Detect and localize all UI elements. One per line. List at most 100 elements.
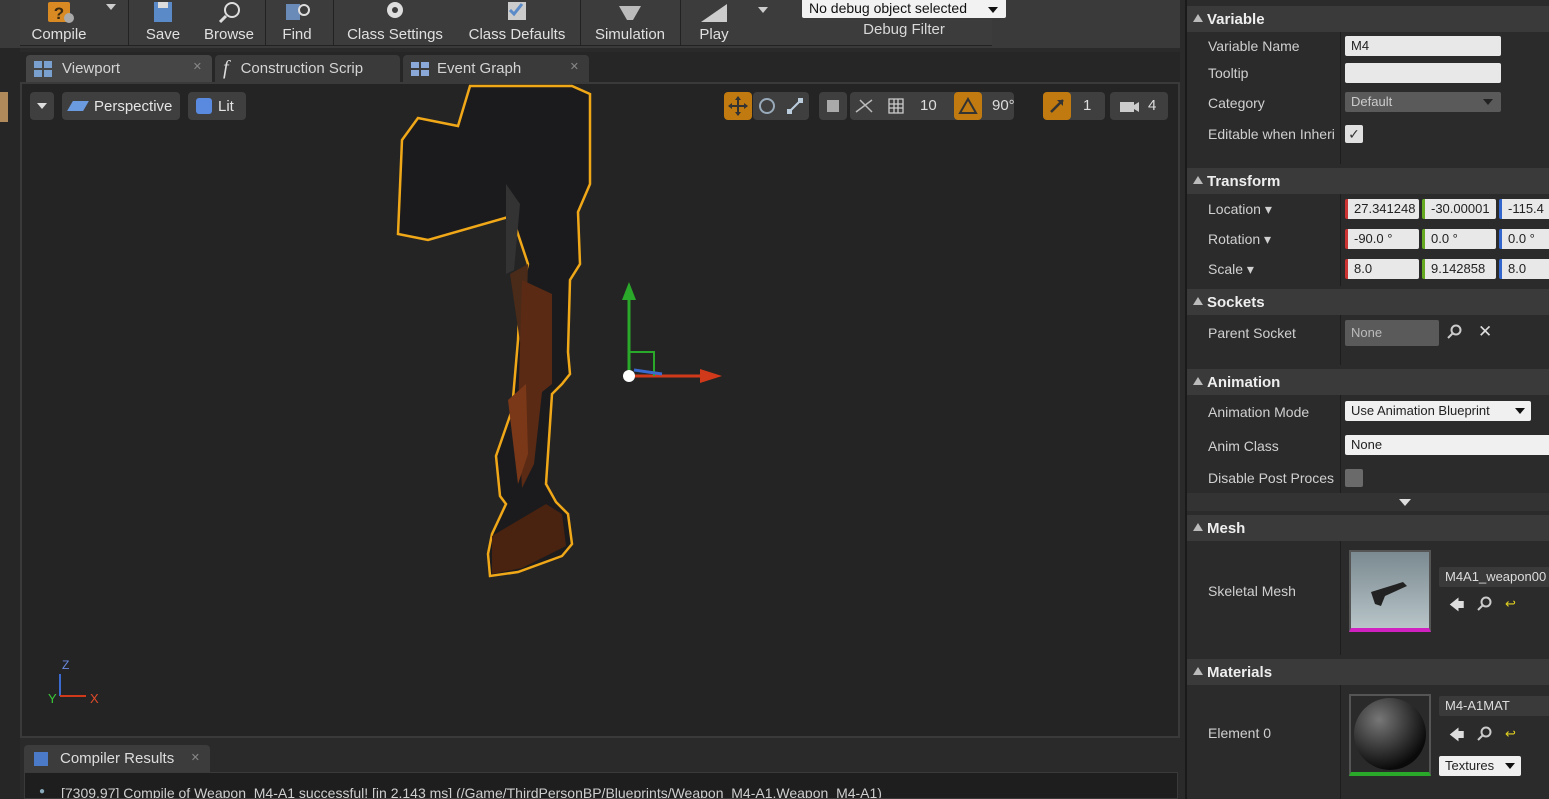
event-graph-icon xyxy=(411,61,429,76)
class-defaults-button[interactable]: Class Defaults xyxy=(460,0,574,46)
skeletal-mesh-picker[interactable]: M4A1_weapon00 xyxy=(1439,567,1549,587)
tab-construction-script[interactable]: f Construction Scrip xyxy=(215,55,400,82)
compile-options-chevron-icon[interactable] xyxy=(106,4,116,10)
search-icon[interactable] xyxy=(1447,324,1463,340)
viewport-icon xyxy=(34,60,52,77)
variable-name-label: Variable Name xyxy=(1208,38,1300,54)
scale-y-input[interactable]: 9.142858 xyxy=(1422,259,1496,279)
parent-socket-field[interactable]: None xyxy=(1345,320,1439,346)
location-x-input[interactable]: 27.341248 xyxy=(1345,199,1419,219)
close-icon[interactable]: ✕ xyxy=(193,60,202,73)
tab-viewport[interactable]: Viewport ✕ xyxy=(26,55,212,82)
animation-section-header[interactable]: Animation xyxy=(1187,369,1549,395)
textures-dropdown[interactable]: Textures xyxy=(1439,756,1521,776)
location-y-input[interactable]: -30.00001 xyxy=(1422,199,1496,219)
clear-icon[interactable]: ✕ xyxy=(1478,322,1492,342)
find-button[interactable]: Find xyxy=(272,0,322,46)
use-selected-arrow-icon[interactable]: 🡄 xyxy=(1449,725,1465,750)
material-picker[interactable]: M4-A1MAT xyxy=(1439,696,1549,716)
rotation-x-input[interactable]: -90.0 ° xyxy=(1345,229,1419,249)
scale-label[interactable]: Scale ▾ xyxy=(1208,261,1254,278)
transform-section-header[interactable]: Transform xyxy=(1187,168,1549,194)
sockets-section-header[interactable]: Sockets xyxy=(1187,289,1549,315)
close-icon[interactable]: ✕ xyxy=(191,751,200,764)
location-z-input[interactable]: -115.4 xyxy=(1499,199,1549,219)
tooltip-input[interactable] xyxy=(1345,63,1501,83)
anim-class-label: Anim Class xyxy=(1208,438,1279,454)
class-defaults-label: Class Defaults xyxy=(468,26,566,43)
rotation-y-value: 0.0 ° xyxy=(1431,231,1458,246)
divider xyxy=(680,0,681,46)
close-icon[interactable]: ✕ xyxy=(570,60,579,73)
rotation-z-input[interactable]: 0.0 ° xyxy=(1499,229,1549,249)
disable-post-process-label: Disable Post Proces xyxy=(1208,470,1335,486)
animation-mode-dropdown[interactable]: Use Animation Blueprint xyxy=(1345,401,1531,421)
scale-x-input[interactable]: 8.0 xyxy=(1345,259,1419,279)
scene-render xyxy=(59,84,722,697)
simulation-button[interactable]: Simulation xyxy=(588,0,672,46)
browse-button[interactable]: Browse xyxy=(198,0,260,46)
debug-object-dropdown[interactable]: No debug object selected xyxy=(802,0,1006,18)
expand-down-icon xyxy=(1399,499,1411,506)
info-bullet-icon: ● xyxy=(39,786,46,797)
rotation-y-input[interactable]: 0.0 ° xyxy=(1422,229,1496,249)
materials-section-header[interactable]: Materials xyxy=(1187,659,1549,685)
anim-class-dropdown[interactable]: None xyxy=(1345,435,1549,455)
find-label: Find xyxy=(282,26,312,43)
category-dropdown[interactable]: Default xyxy=(1345,92,1501,112)
variable-section-header[interactable]: Variable xyxy=(1187,6,1549,32)
location-label[interactable]: Location ▾ xyxy=(1208,201,1272,218)
section-title: Materials xyxy=(1207,663,1273,681)
compile-button[interactable]: ? Compile xyxy=(28,0,90,46)
animation-mode-label: Animation Mode xyxy=(1208,404,1310,420)
play-icon xyxy=(701,4,727,22)
chevron-down-icon xyxy=(988,7,998,13)
compiler-message: [7309.97] Compile of Weapon_M4-A1 succes… xyxy=(61,785,882,799)
viewport-panel[interactable]: Perspective Lit 10 90° 1 4 Z X Y xyxy=(20,82,1180,738)
parent-socket-label: Parent Socket xyxy=(1208,325,1296,341)
compile-icon: ? xyxy=(48,2,74,23)
divider xyxy=(1340,194,1341,286)
toolbar-button-strip: ? Compile Save Browse Find Class Setting… xyxy=(20,0,1006,46)
compiler-icon xyxy=(34,751,48,766)
weapon-mesh[interactable] xyxy=(396,84,592,578)
skeletal-mesh-thumbnail[interactable] xyxy=(1349,550,1431,632)
play-button[interactable]: Play xyxy=(686,0,742,46)
section-title: Transform xyxy=(1207,172,1281,190)
expand-arrow-icon xyxy=(1193,176,1203,184)
scale-z-input[interactable]: 8.0 xyxy=(1499,259,1549,279)
divider xyxy=(265,0,266,46)
play-label: Play xyxy=(699,26,729,43)
save-icon xyxy=(154,2,172,22)
transform-gizmo[interactable] xyxy=(622,282,722,383)
advanced-expander[interactable] xyxy=(1187,493,1549,511)
class-settings-button[interactable]: Class Settings xyxy=(340,0,450,46)
reset-arrow-icon[interactable]: ↩ xyxy=(1505,596,1516,612)
section-title: Animation xyxy=(1207,373,1281,391)
tab-event-graph[interactable]: Event Graph ✕ xyxy=(403,55,589,82)
mesh-section-header[interactable]: Mesh xyxy=(1187,515,1549,541)
rotation-label[interactable]: Rotation ▾ xyxy=(1208,231,1271,248)
left-panel-edge xyxy=(0,92,8,122)
variable-name-input[interactable]: M4 xyxy=(1345,36,1501,56)
editable-checkbox[interactable]: ✓ xyxy=(1345,125,1363,143)
save-button[interactable]: Save xyxy=(138,0,188,46)
use-selected-arrow-icon[interactable]: 🡄 xyxy=(1449,595,1465,620)
debug-filter-label: Debug Filter xyxy=(863,21,945,38)
tooltip-label: Tooltip xyxy=(1208,65,1249,81)
textures-label: Textures xyxy=(1445,758,1495,773)
divider xyxy=(1340,541,1341,655)
reset-arrow-icon[interactable]: ↩ xyxy=(1505,726,1516,742)
compiler-results-tab[interactable]: Compiler Results ✕ xyxy=(24,745,210,772)
function-icon: f xyxy=(223,57,229,79)
browse-asset-icon[interactable] xyxy=(1477,726,1493,742)
chevron-down-icon xyxy=(1483,99,1493,105)
play-options-chevron-icon[interactable] xyxy=(758,7,768,13)
section-title: Sockets xyxy=(1207,293,1265,311)
browse-asset-icon[interactable] xyxy=(1477,596,1493,612)
section-title: Variable xyxy=(1207,10,1265,28)
compiler-tab-label: Compiler Results xyxy=(60,750,175,767)
material-thumbnail[interactable] xyxy=(1349,694,1431,776)
disable-post-process-checkbox[interactable] xyxy=(1345,469,1363,487)
animation-mode-value: Use Animation Blueprint xyxy=(1351,403,1490,418)
